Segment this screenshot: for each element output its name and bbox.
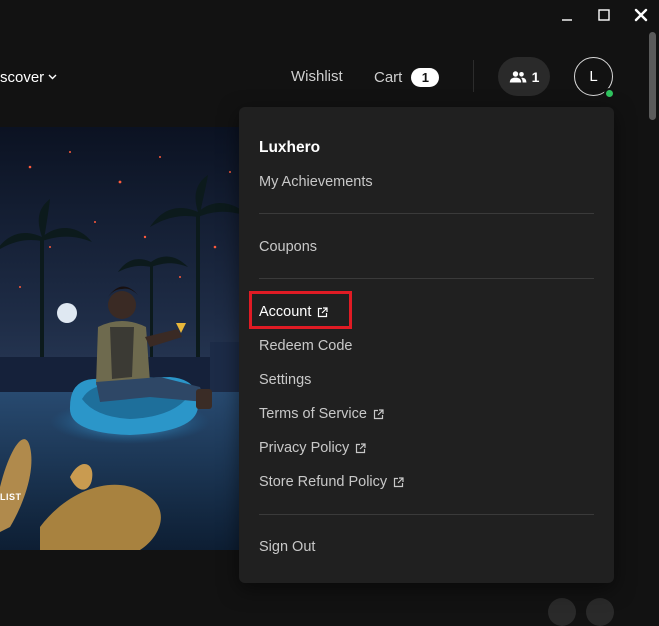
- carousel-prev-button[interactable]: [548, 598, 576, 626]
- menu-item-label: Settings: [259, 372, 312, 388]
- menu-item-privacy-policy[interactable]: Privacy Policy: [259, 438, 366, 458]
- menu-item-label: Terms of Service: [259, 406, 367, 422]
- nav-discover[interactable]: scover: [0, 66, 57, 88]
- menu-item-sign-out[interactable]: Sign Out: [259, 537, 315, 557]
- menu-item-label: Sign Out: [259, 539, 316, 555]
- nav-discover-label: scover: [0, 68, 45, 86]
- hero-banner-image[interactable]: [0, 127, 260, 550]
- nav-cart-label: Cart: [374, 68, 403, 86]
- maximize-icon: [597, 9, 610, 21]
- menu-item-store-refund-policy[interactable]: Store Refund Policy: [259, 472, 404, 492]
- menu-divider: [259, 213, 594, 214]
- close-icon: [634, 8, 647, 22]
- external-link-icon: [373, 408, 384, 420]
- menu-item-terms-of-service[interactable]: Terms of Service: [259, 404, 384, 424]
- menu-item-account[interactable]: Account: [259, 302, 329, 322]
- hero-caption: LIST: [0, 492, 22, 502]
- close-button[interactable]: [622, 0, 659, 30]
- friends-button[interactable]: 1: [498, 57, 550, 96]
- window-controls: [548, 0, 659, 30]
- avatar-initial: L: [589, 68, 598, 85]
- menu-item-label: Redeem Code: [259, 338, 353, 354]
- menu-item-coupons[interactable]: Coupons: [259, 237, 317, 257]
- menu-username: Luxhero: [259, 139, 321, 156]
- menu-item-label: Store Refund Policy: [259, 474, 388, 490]
- menu-item-settings[interactable]: Settings: [259, 370, 311, 390]
- menu-divider: [259, 278, 594, 279]
- external-link-icon: [355, 442, 366, 454]
- nav-wishlist[interactable]: Wishlist: [291, 66, 343, 88]
- menu-item-label: Privacy Policy: [259, 440, 350, 456]
- nav-divider: [473, 60, 474, 92]
- friends-icon: [509, 70, 526, 82]
- menu-item-label: Coupons: [259, 239, 318, 255]
- carousel-next-button[interactable]: [586, 598, 614, 626]
- maximize-button[interactable]: [585, 0, 622, 30]
- menu-item-label: Account: [259, 304, 312, 320]
- chevron-down-icon: [48, 74, 57, 80]
- minimize-icon: [561, 19, 572, 21]
- menu-divider: [259, 514, 594, 515]
- menu-item-my-achievements[interactable]: My Achievements: [259, 172, 373, 192]
- online-status-dot: [604, 88, 615, 99]
- minimize-button[interactable]: [548, 0, 585, 30]
- scrollbar-thumb[interactable]: [649, 32, 656, 120]
- cart-count-badge: 1: [411, 67, 440, 87]
- menu-item-redeem-code[interactable]: Redeem Code: [259, 336, 353, 356]
- friends-count: 1: [531, 68, 540, 85]
- account-dropdown-menu: Luxhero My Achievements Coupons Account …: [239, 107, 614, 583]
- hero-artwork: [0, 127, 260, 550]
- external-link-icon: [317, 306, 329, 318]
- external-link-icon: [393, 476, 404, 488]
- nav-cart[interactable]: Cart 1: [374, 66, 440, 88]
- menu-item-label: My Achievements: [259, 174, 373, 190]
- page-scrollbar[interactable]: [646, 30, 659, 604]
